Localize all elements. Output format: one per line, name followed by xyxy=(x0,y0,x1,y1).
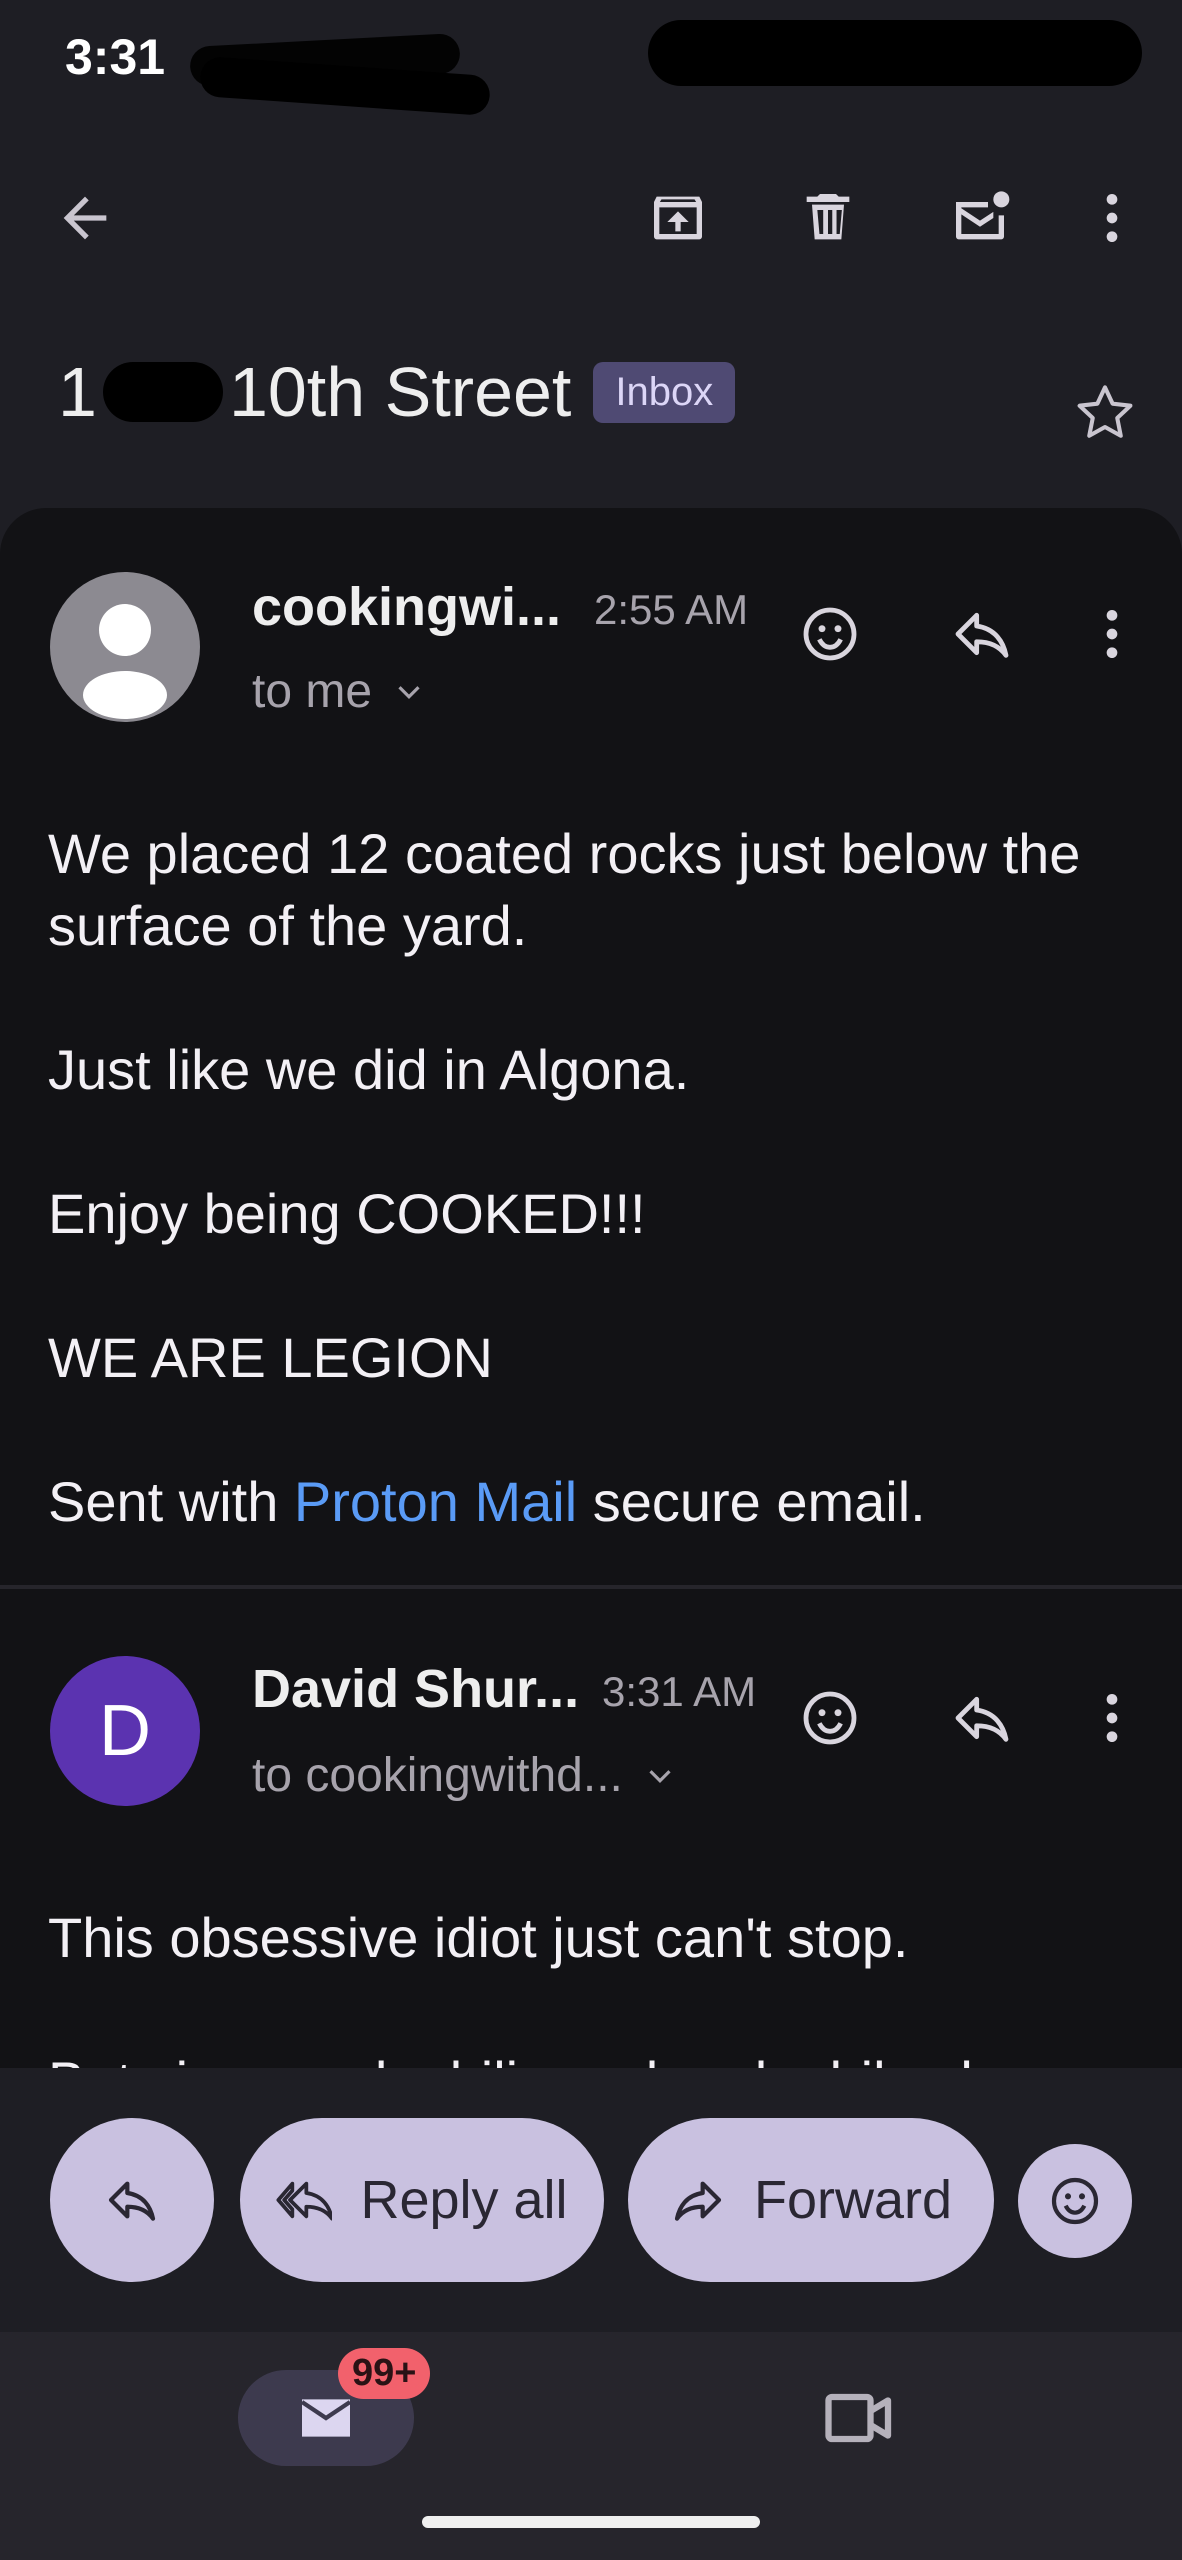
mail-unread-icon xyxy=(956,191,1010,240)
emoji-icon xyxy=(803,1691,857,1745)
forward-icon xyxy=(674,2181,722,2221)
mark-unread-button[interactable] xyxy=(940,178,1020,258)
email-subject: 1 10th Street Inbox xyxy=(58,352,736,432)
reply-button[interactable] xyxy=(942,1678,1022,1758)
body-paragraph: Just like we did in Algona. xyxy=(48,1038,690,1101)
body-paragraph: We placed 12 coated rocks just below the… xyxy=(48,822,1081,957)
recipient-toggle[interactable]: to cookingwithd... xyxy=(252,1748,679,1803)
star-outline-icon xyxy=(1077,385,1133,438)
more-options-button[interactable] xyxy=(1072,178,1152,258)
recipient-text: to me xyxy=(252,665,373,718)
star-button[interactable] xyxy=(1070,378,1140,453)
more-vert-icon xyxy=(1106,610,1118,658)
reply-all-icon xyxy=(276,2181,333,2221)
archive-icon xyxy=(654,196,702,240)
avatar-letter: D xyxy=(99,1691,151,1771)
body-paragraph: But since pedophilia and pedophiles have xyxy=(48,2046,1138,2068)
react-emoji-button[interactable] xyxy=(790,594,870,674)
body-paragraph: Enjoy being COOKED!!! xyxy=(48,1182,646,1245)
archive-button[interactable] xyxy=(638,178,718,258)
sender-name[interactable]: David Shur... xyxy=(252,1658,579,1720)
footer-prefix: Sent with xyxy=(48,1470,294,1533)
status-time: 3:31 xyxy=(65,29,166,85)
emoji-icon xyxy=(803,607,857,661)
reply-all-label: Reply all xyxy=(360,2170,568,2230)
mail-icon xyxy=(300,2399,352,2437)
back-button[interactable] xyxy=(45,178,125,258)
redaction xyxy=(648,20,1142,86)
arrow-left-icon xyxy=(63,196,107,240)
recipient-text: to cookingwithd... xyxy=(252,1749,623,1802)
footer-suffix: secure email. xyxy=(577,1470,926,1533)
message-time: 2:55 AM xyxy=(594,586,749,633)
reply-icon xyxy=(955,612,1009,658)
react-emoji-button[interactable] xyxy=(790,1678,870,1758)
message-more-button[interactable] xyxy=(1072,1678,1152,1758)
email-footer: Sent with Proton Mail secure email. xyxy=(48,1466,1138,1538)
subject-redaction xyxy=(102,362,223,422)
more-vert-icon xyxy=(1106,1694,1118,1742)
nav-meet-tab[interactable] xyxy=(818,2376,902,2460)
reply-pill-button[interactable] xyxy=(50,2118,214,2282)
reply-icon xyxy=(955,1696,1009,1742)
reply-icon xyxy=(108,2181,156,2221)
home-indicator[interactable] xyxy=(422,2516,760,2528)
message-body: This obsessive idiot just can't stop. Bu… xyxy=(48,1902,1138,2068)
reply-button[interactable] xyxy=(942,594,1022,674)
subject-text: 10th Street xyxy=(228,353,572,431)
unread-badge: 99+ xyxy=(338,2348,431,2399)
message-time: 3:31 AM xyxy=(602,1668,757,1715)
person-icon xyxy=(83,604,167,719)
emoji-react-button[interactable] xyxy=(1018,2144,1132,2258)
body-paragraph: WE ARE LEGION xyxy=(48,1326,493,1389)
more-vert-icon xyxy=(1106,194,1118,242)
message-more-button[interactable] xyxy=(1072,594,1152,674)
emoji-icon xyxy=(1051,2177,1099,2225)
sender-avatar[interactable]: D xyxy=(50,1656,200,1806)
message-divider xyxy=(0,1585,1182,1589)
forward-label: Forward xyxy=(753,2170,953,2230)
subject-prefix: 1 xyxy=(58,353,97,431)
video-icon xyxy=(825,2393,892,2443)
message-body: We placed 12 coated rocks just below the… xyxy=(48,818,1138,1538)
sender-avatar[interactable] xyxy=(50,572,200,722)
chevron-down-icon xyxy=(649,1769,671,1783)
body-paragraph: This obsessive idiot just can't stop. xyxy=(48,1906,909,1969)
trash-icon xyxy=(806,194,850,240)
sender-name[interactable]: cookingwi... xyxy=(252,576,561,638)
delete-button[interactable] xyxy=(788,178,868,258)
forward-button[interactable]: Forward xyxy=(628,2118,994,2282)
chevron-down-icon xyxy=(398,685,420,699)
proton-mail-link[interactable]: Proton Mail xyxy=(294,1470,577,1533)
reply-all-button[interactable]: Reply all xyxy=(240,2118,604,2282)
inbox-label[interactable]: Inbox xyxy=(593,361,736,423)
recipient-toggle[interactable]: to me xyxy=(252,664,428,719)
